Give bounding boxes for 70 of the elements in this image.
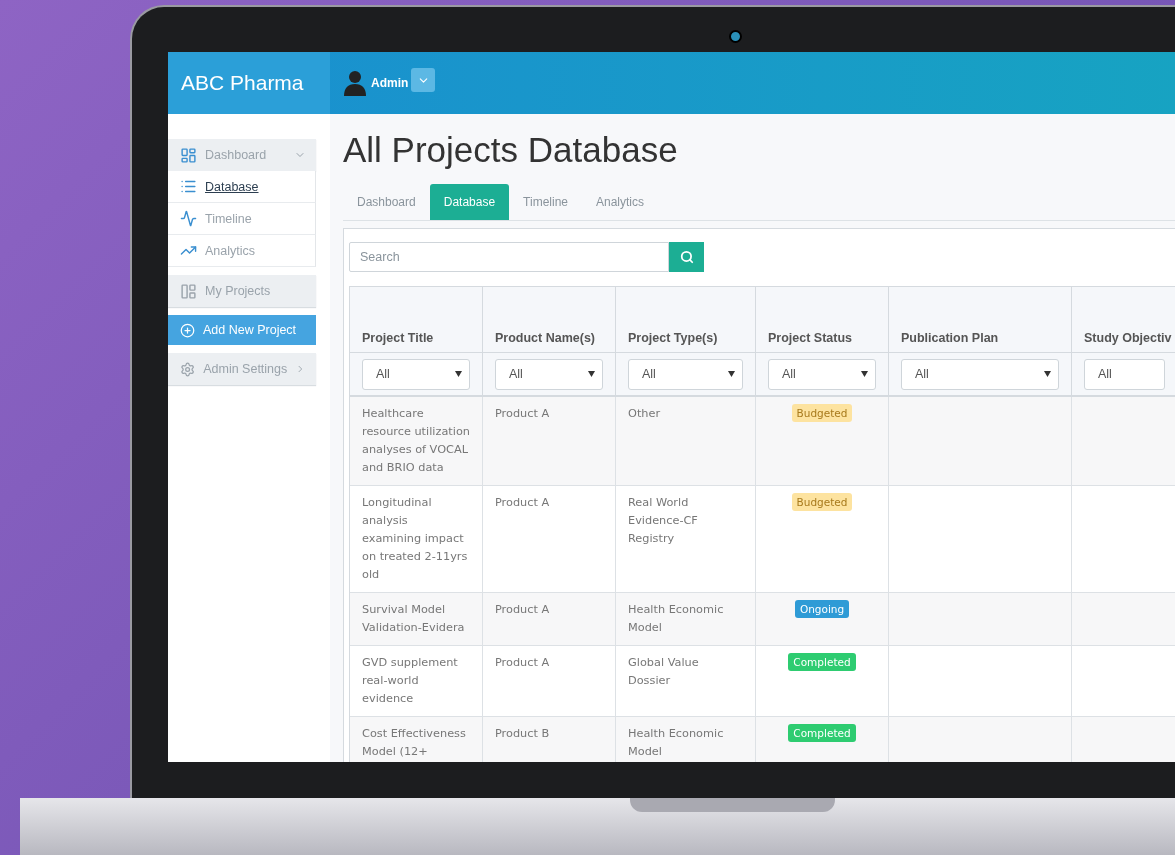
settings-icon [180,360,196,378]
dropdown-caret-icon [455,371,462,377]
status-badge: Ongoing [794,600,850,618]
page-title: All Projects Database [343,130,679,170]
tab[interactable]: Dashboard [343,184,430,220]
filter-dropdown[interactable]: All [495,358,603,390]
sidebar-item[interactable]: Dashboard [168,139,316,171]
table-cell: Cost Effectiveness Model (12+ [350,717,483,762]
sidebar-item[interactable]: Admin Settings [168,353,316,385]
search-icon [679,250,694,264]
status-badge: Completed [788,724,856,742]
button-label: Add New Project [203,323,297,337]
dropdown-caret-icon [1044,371,1051,377]
tab[interactable]: Analytics [582,184,659,220]
status-badge: Budgeted [791,404,853,422]
table-cell: Global Value Dossier [616,646,756,717]
column-header: Project Title [350,287,483,353]
table-cell: Other [616,397,756,486]
dashboard-grid-icon [180,146,197,164]
tab[interactable]: Timeline [509,184,582,220]
brand-logo: ABC Pharma [168,52,330,114]
table-cell: Healthcare resource utilization analyses of VOCAL and BRIO data [350,397,483,486]
table-cell: Product A [483,593,616,646]
column-header: Project Type(s) [616,287,756,353]
line-chart-icon [180,210,197,227]
dropdown-caret-icon [728,371,735,377]
sidebar-label: Database [205,179,259,194]
sidebar-subitem[interactable]: Timeline [168,203,316,235]
sidebar-label: Admin Settings [203,362,288,376]
sidebar-label: My Projects [205,284,272,298]
filter-dropdown[interactable]: All [768,358,876,390]
table-cell: Product A [483,486,616,593]
dropdown-caret-icon [861,371,868,377]
add-project-button[interactable]: Add New Project [168,315,316,345]
user-menu-button[interactable] [411,68,436,92]
status-badge: Completed [788,653,856,671]
table-cell: Health Economic Model [616,593,756,646]
filter-dropdown[interactable]: All [628,358,743,390]
table-cell: Product A [483,646,616,717]
plus-circle-icon [180,322,195,338]
column-header: Study Objectiv [1072,287,1175,353]
table-cell: Survival Model Validation-Evidera [350,593,483,646]
table-cell: GVD supplement real-world evidence [350,646,483,717]
sidebar-item[interactable]: My Projects [168,275,316,307]
status-badge: Budgeted [791,493,853,511]
sidebar-label: Timeline [205,211,252,226]
table-cell: Product B [483,717,616,762]
user-name: Admin [371,76,409,90]
panels-icon [180,282,197,300]
table-cell: Product A [483,397,616,486]
column-header: Project Status [756,287,889,353]
tab[interactable]: Database [429,184,510,220]
search-button[interactable] [669,242,704,272]
dropdown-caret-icon [588,371,595,377]
filter-dropdown[interactable]: All [901,358,1059,390]
table-cell: Health Economic Model [616,717,756,762]
sidebar-subitem[interactable]: Database [168,171,316,203]
search-field[interactable]: Search [349,242,669,272]
filter-dropdown[interactable]: All [362,358,470,390]
user-avatar-icon [344,70,366,96]
webcam-icon [729,30,742,43]
table-cell: Longitudinal analysis examining impact on treated 2-11yrs old [350,486,483,593]
list-icon [180,178,197,195]
filter-dropdown[interactable]: All [1084,358,1165,390]
sidebar-subitem[interactable]: Analytics [168,235,316,267]
table-cell: Real World Evidence-CF Registry [616,486,756,593]
sidebar-label: Analytics [205,243,256,258]
column-header: Publication Plan [889,287,1072,353]
column-header: Product Name(s) [483,287,616,353]
sidebar-label: Dashboard [205,148,268,162]
